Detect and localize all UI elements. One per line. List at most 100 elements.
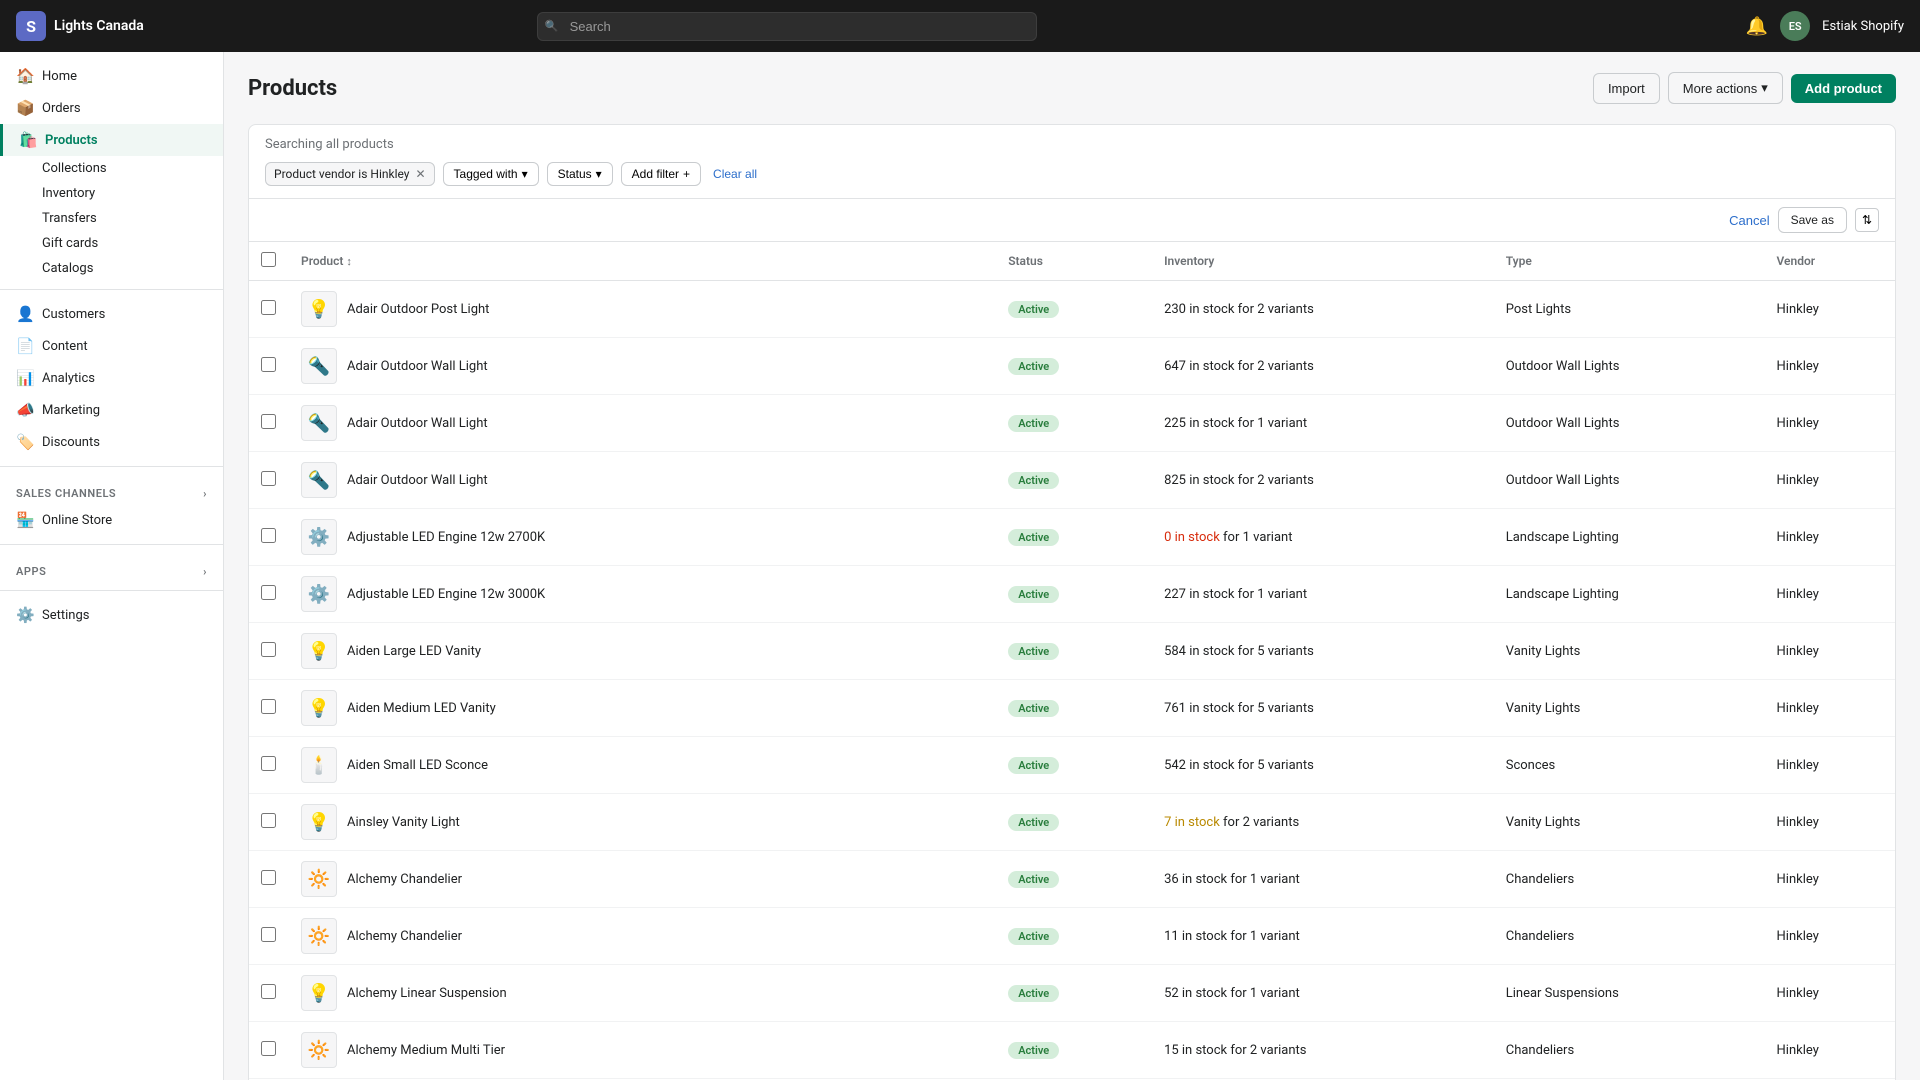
apps-chevron: › (203, 565, 207, 578)
status-badge: Active (1008, 301, 1059, 318)
table-row: 🔦 Adair Outdoor Wall Light Active225 in … (249, 395, 1895, 452)
add-filter-plus-icon: + (683, 167, 690, 181)
inventory-value: 52 in stock for 1 variant (1164, 986, 1300, 1001)
store-logo[interactable]: S Lights Canada (16, 11, 176, 41)
more-actions-button[interactable]: More actions ▾ (1668, 72, 1783, 104)
product-name[interactable]: Adjustable LED Engine 12w 2700K (347, 530, 545, 545)
sales-channels-section[interactable]: Sales channels › (0, 475, 223, 504)
clear-all-button[interactable]: Clear all (709, 163, 761, 185)
sidebar-item-marketing[interactable]: 📣 Marketing (0, 394, 223, 426)
import-button[interactable]: Import (1593, 73, 1660, 104)
avatar[interactable]: ES (1780, 11, 1810, 41)
gift-cards-label: Gift cards (42, 236, 98, 251)
row-checkbox[interactable] (261, 585, 276, 600)
product-sort-icon[interactable]: ↕ (346, 255, 352, 268)
status-filter-button[interactable]: Status ▾ (547, 162, 613, 186)
sidebar-item-orders[interactable]: 📦 Orders (0, 92, 223, 124)
product-name[interactable]: Adair Outdoor Wall Light (347, 416, 488, 431)
inventory-value: 542 in stock for 5 variants (1164, 758, 1314, 773)
product-vendor-cell: Hinkley (1765, 794, 1895, 851)
sidebar-divider-4 (0, 590, 223, 591)
sidebar-item-inventory[interactable]: Inventory (42, 181, 223, 206)
product-image: 💡 (301, 291, 337, 327)
product-type: Vanity Lights (1506, 815, 1581, 830)
add-filter-button[interactable]: Add filter + (621, 162, 701, 186)
product-name[interactable]: Alchemy Chandelier (347, 872, 462, 887)
sidebar-item-analytics[interactable]: 📊 Analytics (0, 362, 223, 394)
sidebar-item-online-store[interactable]: 🏪 Online Store (0, 504, 223, 536)
status-badge: Active (1008, 643, 1059, 660)
sidebar-item-label: Content (42, 339, 88, 354)
product-name[interactable]: Adair Outdoor Post Light (347, 302, 489, 317)
row-checkbox[interactable] (261, 870, 276, 885)
row-checkbox-cell (249, 794, 289, 851)
row-checkbox[interactable] (261, 813, 276, 828)
select-all-checkbox[interactable] (261, 252, 276, 267)
row-checkbox[interactable] (261, 927, 276, 942)
add-product-button[interactable]: Add product (1791, 74, 1896, 103)
sidebar-item-transfers[interactable]: Transfers (42, 206, 223, 231)
row-checkbox[interactable] (261, 699, 276, 714)
product-status-cell: Active (996, 737, 1152, 794)
search-input[interactable] (537, 12, 1037, 41)
product-column-header[interactable]: Product ↕ (289, 242, 996, 281)
product-name[interactable]: Alchemy Chandelier (347, 929, 462, 944)
page-header: Products Import More actions ▾ Add produ… (248, 72, 1896, 104)
product-name[interactable]: Aiden Medium LED Vanity (347, 701, 496, 716)
product-inventory-cell: 11 in stock for 1 variant (1152, 908, 1494, 965)
product-name[interactable]: Ainsley Vanity Light (347, 815, 460, 830)
cancel-button[interactable]: Cancel (1729, 213, 1769, 228)
row-checkbox[interactable] (261, 756, 276, 771)
row-checkbox[interactable] (261, 471, 276, 486)
row-checkbox[interactable] (261, 984, 276, 999)
sidebar-item-home[interactable]: 🏠 Home (0, 60, 223, 92)
customers-icon: 👤 (16, 305, 34, 323)
product-name[interactable]: Alchemy Medium Multi Tier (347, 1043, 505, 1058)
sidebar-item-gift-cards[interactable]: Gift cards (42, 231, 223, 256)
sidebar-item-catalogs[interactable]: Catalogs (42, 256, 223, 281)
product-vendor-cell: Hinkley (1765, 737, 1895, 794)
product-name[interactable]: Aiden Small LED Sconce (347, 758, 488, 773)
transfers-label: Transfers (42, 211, 97, 226)
sidebar-item-content[interactable]: 📄 Content (0, 330, 223, 362)
product-type-cell: Linear Suspensions (1494, 965, 1765, 1022)
notification-bell-icon[interactable]: 🔔 (1746, 16, 1768, 37)
product-image: 🔦 (301, 405, 337, 441)
row-checkbox[interactable] (261, 357, 276, 372)
product-name[interactable]: Aiden Large LED Vanity (347, 644, 481, 659)
product-status-cell: Active (996, 794, 1152, 851)
sidebar-item-products[interactable]: 🛍️ Products (0, 124, 223, 156)
product-name[interactable]: Adair Outdoor Wall Light (347, 359, 488, 374)
product-type: Sconces (1506, 758, 1556, 773)
product-vendor: Hinkley (1777, 815, 1819, 830)
table-row: 🔆 Alchemy Chandelier Active36 in stock f… (249, 851, 1895, 908)
sidebar-item-settings[interactable]: ⚙️ Settings (0, 599, 223, 631)
sort-button[interactable]: ⇅ (1855, 208, 1879, 232)
product-name[interactable]: Adjustable LED Engine 12w 3000K (347, 587, 545, 602)
row-checkbox[interactable] (261, 642, 276, 657)
row-checkbox[interactable] (261, 528, 276, 543)
sidebar-item-collections[interactable]: Collections (42, 156, 223, 181)
row-checkbox[interactable] (261, 1041, 276, 1056)
apps-section[interactable]: Apps › (0, 553, 223, 582)
vendor-filter-close-icon[interactable]: ✕ (415, 167, 425, 181)
vendor-filter-tag[interactable]: Product vendor is Hinkley ✕ (265, 162, 435, 186)
product-inventory-cell: 52 in stock for 1 variant (1152, 965, 1494, 1022)
product-name[interactable]: Alchemy Linear Suspension (347, 986, 507, 1001)
tagged-with-chevron-icon: ▾ (522, 167, 528, 181)
row-checkbox[interactable] (261, 300, 276, 315)
row-checkbox[interactable] (261, 414, 276, 429)
product-type: Post Lights (1506, 302, 1571, 317)
save-as-button[interactable]: Save as (1778, 207, 1847, 233)
type-column-header: Type (1494, 242, 1765, 281)
sidebar-item-discounts[interactable]: 🏷️ Discounts (0, 426, 223, 458)
tagged-with-filter-button[interactable]: Tagged with ▾ (443, 162, 539, 186)
sidebar-item-customers[interactable]: 👤 Customers (0, 298, 223, 330)
product-name-cell: 🔆 Alchemy Medium Multi Tier (289, 1022, 996, 1079)
product-name[interactable]: Adair Outdoor Wall Light (347, 473, 488, 488)
product-status-cell: Active (996, 1022, 1152, 1079)
inventory-value: 36 in stock for 1 variant (1164, 872, 1300, 887)
orders-icon: 📦 (16, 99, 34, 117)
product-image: 🔆 (301, 1032, 337, 1068)
product-type-cell: Chandeliers (1494, 1022, 1765, 1079)
